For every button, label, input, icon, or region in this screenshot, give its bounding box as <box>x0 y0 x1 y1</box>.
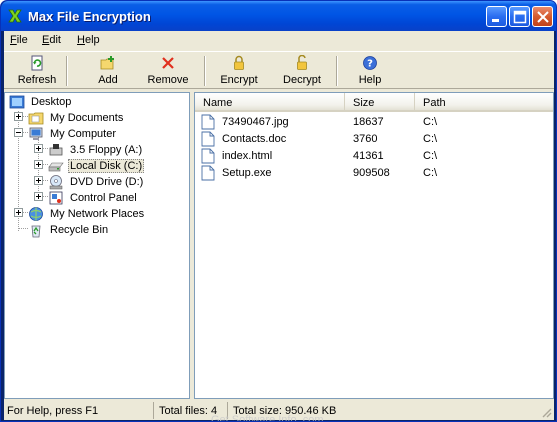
file-path: C:\ <box>423 133 438 145</box>
document-icon <box>201 165 215 181</box>
encrypt-button[interactable]: Encrypt <box>216 55 262 88</box>
unlock-icon <box>297 55 307 70</box>
tree-line <box>18 228 28 229</box>
window-title: Max File Encryption <box>28 9 151 24</box>
recycle-bin-icon <box>31 225 41 238</box>
tree-item-recycle-bin[interactable]: Recycle Bin <box>28 222 188 238</box>
minimize-button[interactable] <box>486 6 507 27</box>
close-icon <box>537 11 549 23</box>
folder-tree[interactable]: Desktop My Documents My Computer 3.5 Flo… <box>4 92 190 399</box>
tree-collapse-toggle[interactable] <box>14 128 23 137</box>
file-size: 909508 <box>353 167 390 179</box>
tree-item-network-places[interactable]: My Network Places <box>28 206 188 222</box>
tree-item-my-computer[interactable]: My Computer <box>28 126 188 142</box>
toolbar-separator <box>66 56 68 86</box>
remove-x-icon <box>162 57 174 69</box>
tree-item-local-disk[interactable]: Local Disk (C:) <box>48 158 188 174</box>
tree-item-dvd-drive[interactable]: DVD Drive (D:) <box>48 174 188 190</box>
tree-expand-toggle[interactable] <box>34 176 43 185</box>
remove-button[interactable]: Remove <box>146 55 190 88</box>
menu-edit[interactable]: Edit <box>42 34 61 46</box>
computer-icon <box>29 127 43 140</box>
add-button[interactable]: Add <box>86 55 130 88</box>
file-size: 41361 <box>353 150 384 162</box>
help-question-icon: ? <box>363 56 377 70</box>
file-list[interactable]: Name Size Path 73490467.jpg 18637 C:\ Co… <box>194 92 554 399</box>
file-size: 18637 <box>353 116 384 128</box>
toolbar: Refresh Add Remove Encrypt Decrypt ? Hel… <box>4 51 554 89</box>
file-path: C:\ <box>423 116 438 128</box>
tree-expand-toggle[interactable] <box>14 208 23 217</box>
svg-text:?: ? <box>367 59 373 70</box>
list-header: Name Size Path <box>195 93 553 112</box>
file-size: 3760 <box>353 133 378 145</box>
file-name: 73490467.jpg <box>222 116 289 128</box>
add-folder-icon <box>100 56 114 70</box>
watermark-text: Get Software Info .com <box>211 414 324 422</box>
toolbar-separator <box>204 56 206 86</box>
tree-expand-toggle[interactable] <box>34 144 43 153</box>
help-button[interactable]: ? Help <box>353 55 387 88</box>
folder-documents-icon <box>28 112 44 125</box>
tree-item-my-documents[interactable]: My Documents <box>28 110 188 126</box>
file-path: C:\ <box>423 167 438 179</box>
tree-item-floppy[interactable]: 3.5 Floppy (A:) <box>48 142 188 158</box>
file-name: index.html <box>222 150 273 162</box>
dvd-drive-icon <box>49 175 63 190</box>
network-globe-icon <box>29 207 43 221</box>
title-bar[interactable]: Max File Encryption <box>1 1 556 31</box>
maximize-button[interactable] <box>509 6 530 27</box>
file-name: Contacts.doc <box>222 133 287 145</box>
column-header-name[interactable]: Name <box>195 93 345 111</box>
app-window: Max File Encryption File Edit Help Refre… <box>0 0 557 422</box>
refresh-icon <box>31 55 43 71</box>
file-row[interactable]: index.html 41361 C:\ <box>195 148 553 165</box>
status-help-text: For Help, press F1 <box>4 402 154 419</box>
minimize-icon <box>492 19 499 22</box>
column-header-size[interactable]: Size <box>345 93 415 111</box>
toolbar-separator <box>336 56 338 86</box>
control-panel-icon <box>49 191 63 205</box>
refresh-button[interactable]: Refresh <box>12 55 62 88</box>
document-icon <box>201 148 215 164</box>
maximize-icon <box>513 10 527 24</box>
file-row[interactable]: Contacts.doc 3760 C:\ <box>195 131 553 148</box>
file-row[interactable]: 73490467.jpg 18637 C:\ <box>195 114 553 131</box>
tree-expand-toggle[interactable] <box>34 192 43 201</box>
file-row[interactable]: Setup.exe 909508 C:\ <box>195 165 553 182</box>
file-name: Setup.exe <box>222 167 272 179</box>
floppy-drive-icon <box>49 144 63 156</box>
tree-expand-toggle[interactable] <box>34 160 43 169</box>
file-path: C:\ <box>423 150 438 162</box>
column-header-path[interactable]: Path <box>415 93 553 111</box>
resize-grip-icon[interactable] <box>540 406 552 418</box>
desktop-icon <box>9 95 25 109</box>
document-icon <box>201 131 215 147</box>
app-x-icon <box>8 9 22 23</box>
document-icon <box>201 114 215 130</box>
tree-item-desktop[interactable]: Desktop <box>9 94 189 110</box>
lock-icon <box>234 55 244 70</box>
menu-help[interactable]: Help <box>77 34 100 46</box>
menu-file[interactable]: File <box>10 34 28 46</box>
tree-expand-toggle[interactable] <box>14 112 23 121</box>
decrypt-button[interactable]: Decrypt <box>279 55 325 88</box>
tree-item-control-panel[interactable]: Control Panel <box>48 190 188 206</box>
window-body: File Edit Help Refresh Add Remove Encryp… <box>4 31 554 422</box>
hard-disk-icon <box>48 162 64 172</box>
menu-bar: File Edit Help <box>4 31 554 50</box>
close-button[interactable] <box>532 6 553 27</box>
